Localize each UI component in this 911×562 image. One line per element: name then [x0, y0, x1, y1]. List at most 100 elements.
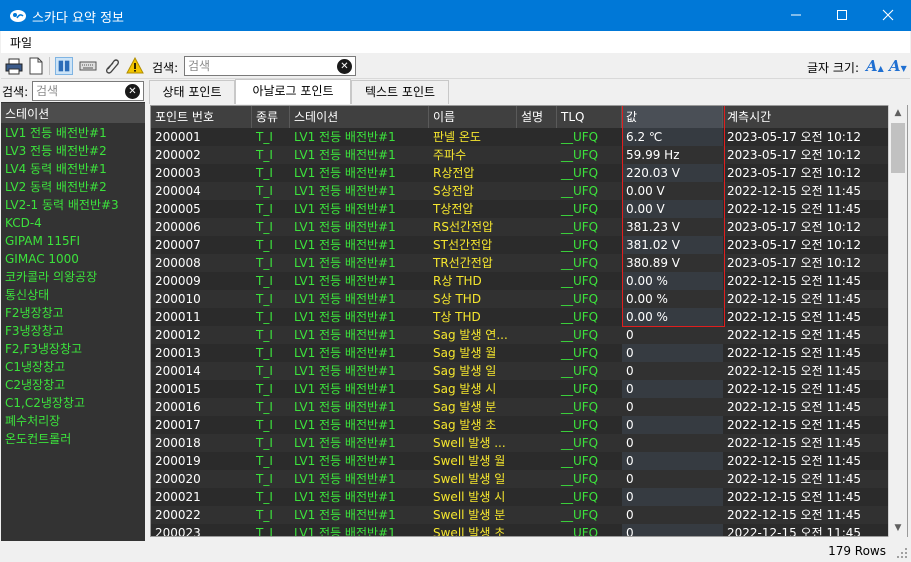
toolbar-search-input[interactable]: [185, 57, 355, 75]
cell-type: T_I: [256, 220, 273, 234]
cell-point-number: 200008: [155, 256, 201, 270]
table-row[interactable]: 200004 T_I LV1 전등 배전반#1 S상전압 __UFQ 0.00 V 2022…: [151, 182, 891, 200]
cell-point-number: 200016: [155, 400, 201, 414]
cell-station: LV1 전등 배전반#1: [294, 454, 396, 468]
table-row[interactable]: 200017 T_I LV1 전등 배전반#1 Sag 발생 초 __UFQ 0 2022-…: [151, 416, 891, 434]
cell-value: 0.00 V: [626, 202, 665, 216]
column-header-point-number[interactable]: 포인트 번호: [151, 106, 252, 128]
table-row[interactable]: 200012 T_I LV1 전등 배전반#1 Sag 발생 연... __UFQ 0 20…: [151, 326, 891, 344]
table-row[interactable]: 200022 T_I LV1 전등 배전반#1 Swell 발생 분 __UFQ 0 202…: [151, 506, 891, 524]
table-row[interactable]: 200021 T_I LV1 전등 배전반#1 Swell 발생 시 __UFQ 0 202…: [151, 488, 891, 506]
table-row[interactable]: 200014 T_I LV1 전등 배전반#1 Sag 발생 일 __UFQ 0 2022-…: [151, 362, 891, 380]
cell-type: T_I: [256, 202, 273, 216]
station-item[interactable]: C2냉장창고: [1, 376, 145, 394]
table-row[interactable]: 200023 T_I LV1 전등 배전반#1 Swell 발생 초 __UFQ 0 202…: [151, 524, 891, 536]
font-decrease-icon[interactable]: A▼: [889, 57, 907, 75]
cell-measure-time: 2022-12-15 오전 11:45: [727, 328, 862, 342]
column-header-station[interactable]: 스테이션: [290, 106, 429, 128]
font-increase-icon[interactable]: A▲: [866, 57, 884, 75]
cell-station: LV1 전등 배전반#1: [294, 418, 396, 432]
tab-analog-points[interactable]: 아날로그 포인트: [235, 79, 351, 104]
cell-name: Sag 발생 시: [433, 382, 497, 396]
station-item[interactable]: LV2 동력 배전반#2: [1, 178, 145, 196]
menu-file[interactable]: 파일: [10, 34, 32, 51]
toolbar-search-clear-icon[interactable]: ✕: [337, 59, 352, 74]
toolbar-search-label: 검색:: [152, 61, 179, 75]
column-header-description[interactable]: 설명: [517, 106, 557, 128]
column-header-value[interactable]: 값: [622, 106, 723, 128]
table-row[interactable]: 200003 T_I LV1 전등 배전반#1 R상전압 __UFQ 220.03 V 20…: [151, 164, 891, 182]
window-title: 스카다 요약 정보: [32, 11, 124, 26]
station-item[interactable]: F2,F3냉장창고: [1, 340, 145, 358]
print-icon[interactable]: [5, 57, 23, 75]
station-item[interactable]: GIPAM 115FI: [1, 232, 145, 250]
cell-measure-time: 2023-05-17 오전 10:12: [727, 220, 862, 234]
cell-type: T_I: [256, 400, 273, 414]
table-row[interactable]: 200006 T_I LV1 전등 배전반#1 RS선간전압 __UFQ 381.23 V…: [151, 218, 891, 236]
column-header-tlq[interactable]: TLQ: [557, 106, 622, 128]
table-row[interactable]: 200013 T_I LV1 전등 배전반#1 Sag 발생 월 __UFQ 0 2022-…: [151, 344, 891, 362]
close-window-button[interactable]: [865, 0, 911, 31]
scroll-down-icon[interactable]: ▼: [889, 520, 907, 537]
column-header-measure-time[interactable]: 계측시간: [723, 106, 891, 128]
station-item[interactable]: 코카콜라 의왕공장: [1, 268, 145, 286]
station-item[interactable]: 온도컨트롤러: [1, 430, 145, 448]
station-item[interactable]: 통신상태: [1, 286, 145, 304]
table-row[interactable]: 200019 T_I LV1 전등 배전반#1 Swell 발생 월 __UFQ 0 202…: [151, 452, 891, 470]
station-item[interactable]: KCD-4: [1, 214, 145, 232]
cell-type: T_I: [256, 472, 273, 486]
table-row[interactable]: 200020 T_I LV1 전등 배전반#1 Swell 발생 일 __UFQ 0 202…: [151, 470, 891, 488]
tab-status-points[interactable]: 상태 포인트: [149, 80, 235, 104]
station-item[interactable]: GIMAC 1000: [1, 250, 145, 268]
cell-name: ST선간전압: [433, 238, 493, 252]
status-bar: 179 Rows: [1, 541, 910, 561]
warning-icon[interactable]: [126, 57, 144, 75]
cell-point-number: 200006: [155, 220, 201, 234]
table-row[interactable]: 200011 T_I LV1 전등 배전반#1 T상 THD __UFQ 0.00 % 20…: [151, 308, 891, 326]
station-item[interactable]: C1냉장창고: [1, 358, 145, 376]
scroll-up-icon[interactable]: ▲: [889, 105, 907, 122]
cell-value: 220.03 V: [626, 166, 681, 180]
grid-view-icon[interactable]: [55, 57, 73, 75]
table-row[interactable]: 200008 T_I LV1 전등 배전반#1 TR선간전압 __UFQ 380.89 V…: [151, 254, 891, 272]
cell-description: [517, 326, 557, 344]
station-item[interactable]: LV1 전등 배전반#1: [1, 124, 145, 142]
minimize-button[interactable]: [773, 0, 819, 31]
cell-name: R상 THD: [433, 274, 482, 288]
cell-description: [517, 164, 557, 182]
table-row[interactable]: 200001 T_I LV1 전등 배전반#1 판넬 온도 __UFQ 6.2 ℃ 2023…: [151, 128, 891, 146]
resize-grip-icon[interactable]: [896, 547, 908, 559]
station-item[interactable]: LV3 전등 배전반#2: [1, 142, 145, 160]
vertical-scrollbar[interactable]: ▲ ▼: [888, 105, 907, 537]
table-row[interactable]: 200009 T_I LV1 전등 배전반#1 R상 THD __UFQ 0.00 % 20…: [151, 272, 891, 290]
column-header-type[interactable]: 종류: [252, 106, 290, 128]
table-row[interactable]: 200015 T_I LV1 전등 배전반#1 Sag 발생 시 __UFQ 0 2022-…: [151, 380, 891, 398]
station-item[interactable]: F3냉장창고: [1, 322, 145, 340]
maximize-button[interactable]: [819, 0, 865, 31]
keyboard-icon[interactable]: [79, 57, 97, 75]
station-item[interactable]: 폐수처리장: [1, 412, 145, 430]
table-row[interactable]: 200005 T_I LV1 전등 배전반#1 T상전압 __UFQ 0.00 V 2022…: [151, 200, 891, 218]
tab-text-points[interactable]: 텍스트 포인트: [351, 80, 449, 104]
station-item[interactable]: LV4 동력 배전반#1: [1, 160, 145, 178]
cell-description: [517, 236, 557, 254]
table-row[interactable]: 200016 T_I LV1 전등 배전반#1 Sag 발생 분 __UFQ 0 2022-…: [151, 398, 891, 416]
cell-value: 0: [626, 418, 634, 432]
cell-description: [517, 362, 557, 380]
new-document-icon[interactable]: [27, 57, 45, 75]
column-header-name[interactable]: 이름: [429, 106, 517, 128]
station-item[interactable]: F2냉장창고: [1, 304, 145, 322]
table-row[interactable]: 200010 T_I LV1 전등 배전반#1 S상 THD __UFQ 0.00 % 20…: [151, 290, 891, 308]
sidebar-search-clear-icon[interactable]: ✕: [125, 84, 140, 99]
scroll-thumb[interactable]: [891, 123, 905, 173]
cell-measure-time: 2022-12-15 오전 11:45: [727, 202, 862, 216]
attachment-icon[interactable]: [103, 57, 121, 75]
table-row[interactable]: 200018 T_I LV1 전등 배전반#1 Swell 발생 ... __UFQ 0 2…: [151, 434, 891, 452]
table-row[interactable]: 200007 T_I LV1 전등 배전반#1 ST선간전압 __UFQ 381.02 V…: [151, 236, 891, 254]
cell-name: Swell 발생 ...: [433, 436, 506, 450]
station-item[interactable]: LV2-1 동력 배전반#3: [1, 196, 145, 214]
table-row[interactable]: 200002 T_I LV1 전등 배전반#1 주파수 __UFQ 59.99 Hz 202…: [151, 146, 891, 164]
cell-point-number: 200011: [155, 310, 201, 324]
station-item[interactable]: C1,C2냉장창고: [1, 394, 145, 412]
cell-description: [517, 272, 557, 290]
